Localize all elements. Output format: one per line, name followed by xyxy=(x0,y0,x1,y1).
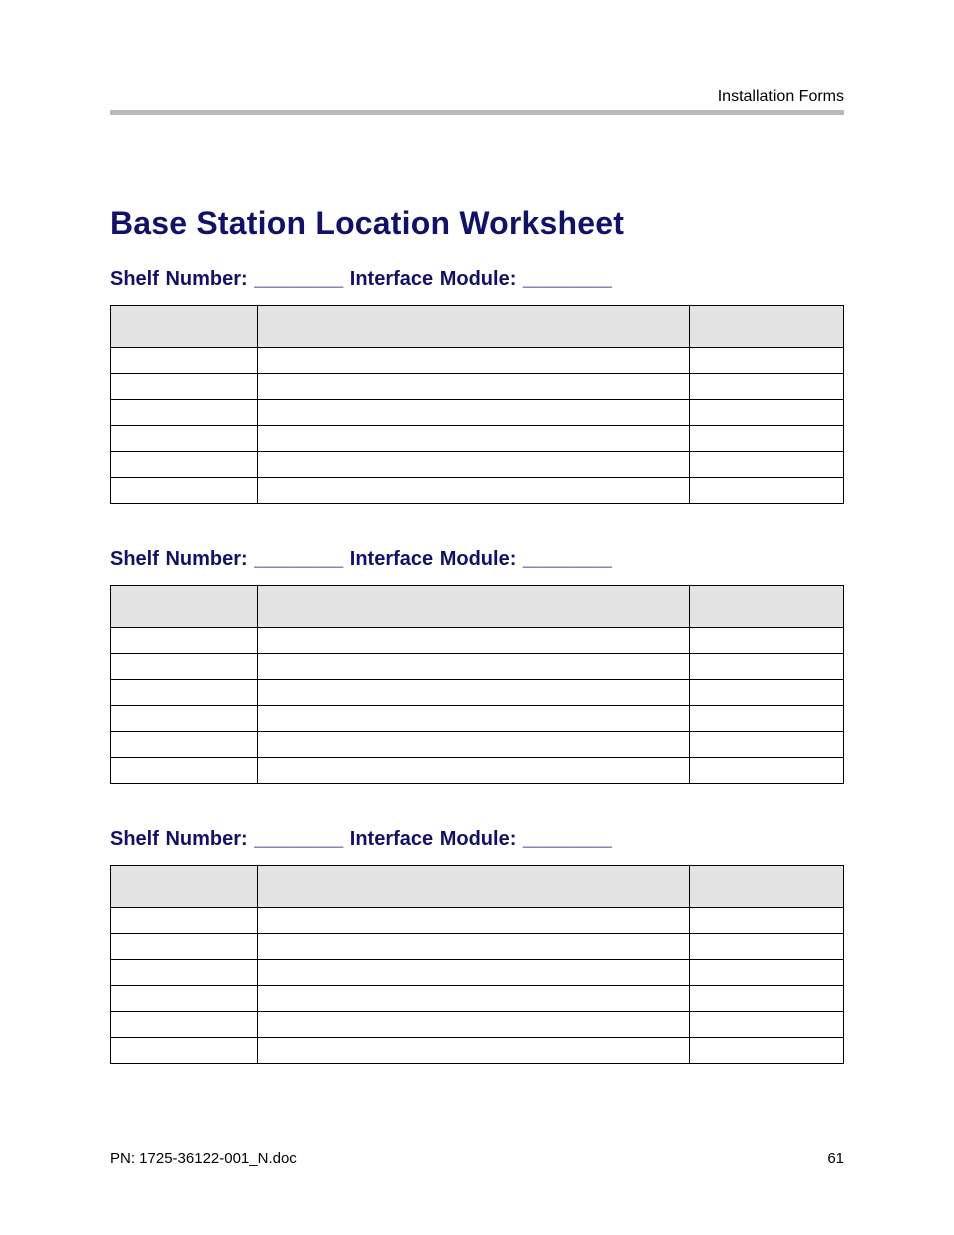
table-cell[interactable] xyxy=(257,628,689,654)
table-cell[interactable] xyxy=(690,628,844,654)
section-label-2: Shelf Number: ________ Interface Module:… xyxy=(110,548,844,571)
table-cell[interactable] xyxy=(690,374,844,400)
table-cell[interactable] xyxy=(690,908,844,934)
table-cell[interactable] xyxy=(257,426,689,452)
table-row xyxy=(111,706,844,732)
table-cell[interactable] xyxy=(111,374,258,400)
table-row xyxy=(111,960,844,986)
section-label-3: Shelf Number: ________ Interface Module:… xyxy=(110,828,844,851)
table-cell[interactable] xyxy=(257,478,689,504)
table-row xyxy=(111,374,844,400)
table-cell[interactable] xyxy=(257,348,689,374)
table-cell[interactable] xyxy=(111,654,258,680)
table-row xyxy=(111,1038,844,1064)
table-cell[interactable] xyxy=(257,680,689,706)
table-cell[interactable] xyxy=(690,680,844,706)
table-cell[interactable] xyxy=(257,732,689,758)
footer-page: 61 xyxy=(827,1150,844,1167)
table-header-cell xyxy=(257,586,689,628)
table-cell[interactable] xyxy=(111,1038,258,1064)
table-row xyxy=(111,478,844,504)
table-cell[interactable] xyxy=(257,934,689,960)
table-row xyxy=(111,986,844,1012)
footer: PN: 1725-36122-001_N.doc 61 xyxy=(110,1150,844,1167)
table-cell[interactable] xyxy=(111,426,258,452)
table-cell[interactable] xyxy=(690,706,844,732)
table-cell[interactable] xyxy=(111,680,258,706)
table-cell[interactable] xyxy=(257,452,689,478)
table-cell[interactable] xyxy=(690,348,844,374)
table-cell[interactable] xyxy=(690,478,844,504)
table-row xyxy=(111,400,844,426)
table-row xyxy=(111,908,844,934)
table-row xyxy=(111,426,844,452)
table-cell[interactable] xyxy=(257,400,689,426)
table-cell[interactable] xyxy=(111,934,258,960)
table-cell[interactable] xyxy=(257,374,689,400)
table-header-cell xyxy=(111,586,258,628)
table-header-cell xyxy=(690,586,844,628)
table-header-cell xyxy=(111,866,258,908)
table-cell[interactable] xyxy=(111,986,258,1012)
table-cell[interactable] xyxy=(111,908,258,934)
worksheet-table-1 xyxy=(110,305,844,504)
table-cell[interactable] xyxy=(690,400,844,426)
table-cell[interactable] xyxy=(690,426,844,452)
page: Installation Forms Base Station Location… xyxy=(0,0,954,1235)
table-cell[interactable] xyxy=(257,986,689,1012)
table-cell[interactable] xyxy=(257,1012,689,1038)
header-rule xyxy=(110,110,844,115)
table-row xyxy=(111,680,844,706)
table-cell[interactable] xyxy=(111,452,258,478)
table-row xyxy=(111,654,844,680)
table-cell[interactable] xyxy=(111,478,258,504)
table-cell[interactable] xyxy=(257,960,689,986)
table-cell[interactable] xyxy=(111,758,258,784)
table-cell[interactable] xyxy=(690,654,844,680)
table-header-cell xyxy=(257,866,689,908)
section-label-1: Shelf Number: ________ Interface Module:… xyxy=(110,268,844,291)
table-cell[interactable] xyxy=(690,732,844,758)
page-title: Base Station Location Worksheet xyxy=(110,205,844,242)
table-row xyxy=(111,758,844,784)
header-label: Installation Forms xyxy=(110,88,844,106)
table-cell[interactable] xyxy=(111,706,258,732)
table-cell[interactable] xyxy=(690,986,844,1012)
table-cell[interactable] xyxy=(257,908,689,934)
table-header-cell xyxy=(690,306,844,348)
table-row xyxy=(111,732,844,758)
worksheet-table-2 xyxy=(110,585,844,784)
table-cell[interactable] xyxy=(690,960,844,986)
table-cell[interactable] xyxy=(257,1038,689,1064)
table-cell[interactable] xyxy=(690,934,844,960)
table-cell[interactable] xyxy=(257,654,689,680)
table-header-row xyxy=(111,306,844,348)
table-cell[interactable] xyxy=(111,960,258,986)
table-header-cell xyxy=(257,306,689,348)
table-cell[interactable] xyxy=(257,706,689,732)
table-cell[interactable] xyxy=(257,758,689,784)
table-cell[interactable] xyxy=(111,628,258,654)
worksheet-table-3 xyxy=(110,865,844,1064)
table-header-cell xyxy=(111,306,258,348)
table-row xyxy=(111,934,844,960)
table-cell[interactable] xyxy=(690,452,844,478)
table-cell[interactable] xyxy=(690,758,844,784)
table-cell[interactable] xyxy=(111,348,258,374)
table-header-row xyxy=(111,866,844,908)
table-header-cell xyxy=(690,866,844,908)
table-cell[interactable] xyxy=(111,732,258,758)
table-cell[interactable] xyxy=(111,400,258,426)
table-cell[interactable] xyxy=(690,1038,844,1064)
table-row xyxy=(111,1012,844,1038)
table-header-row xyxy=(111,586,844,628)
footer-pn: PN: 1725-36122-001_N.doc xyxy=(110,1150,297,1167)
table-row xyxy=(111,452,844,478)
table-cell[interactable] xyxy=(690,1012,844,1038)
table-row xyxy=(111,348,844,374)
table-cell[interactable] xyxy=(111,1012,258,1038)
table-row xyxy=(111,628,844,654)
